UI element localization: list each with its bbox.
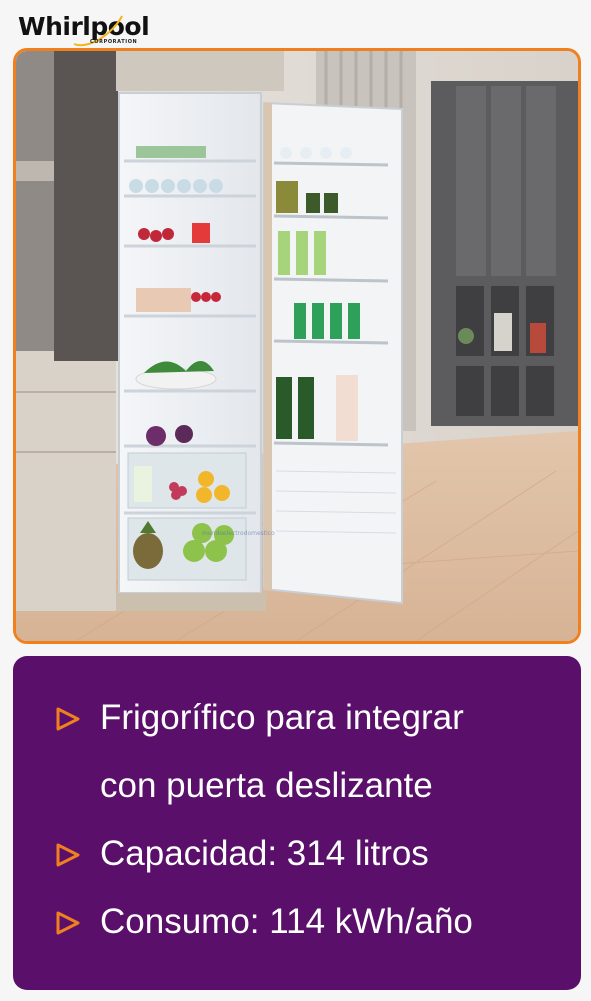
logo-subtext: CORPORATION <box>90 39 138 45</box>
triangle-arrow-icon <box>56 707 80 731</box>
feature-line: Frigorífico para integrar <box>100 698 464 737</box>
features-panel: Frigorífico para integrar con puerta des… <box>13 656 581 990</box>
feature-line: con puerta deslizante <box>100 766 433 805</box>
feature-line: Consumo: 114 kWh/año <box>100 902 473 941</box>
svg-text:mundoelectrodomestico: mundoelectrodomestico <box>202 530 275 537</box>
triangle-arrow-icon <box>56 843 80 867</box>
fridge-illustration: mundoelectrodomestico <box>16 51 578 641</box>
triangle-arrow-icon <box>56 911 80 935</box>
brand-logo: Whirlpool CORPORATION <box>18 6 150 47</box>
product-photo: mundoelectrodomestico <box>13 48 581 644</box>
feature-line: Capacidad: 314 litros <box>100 834 429 873</box>
